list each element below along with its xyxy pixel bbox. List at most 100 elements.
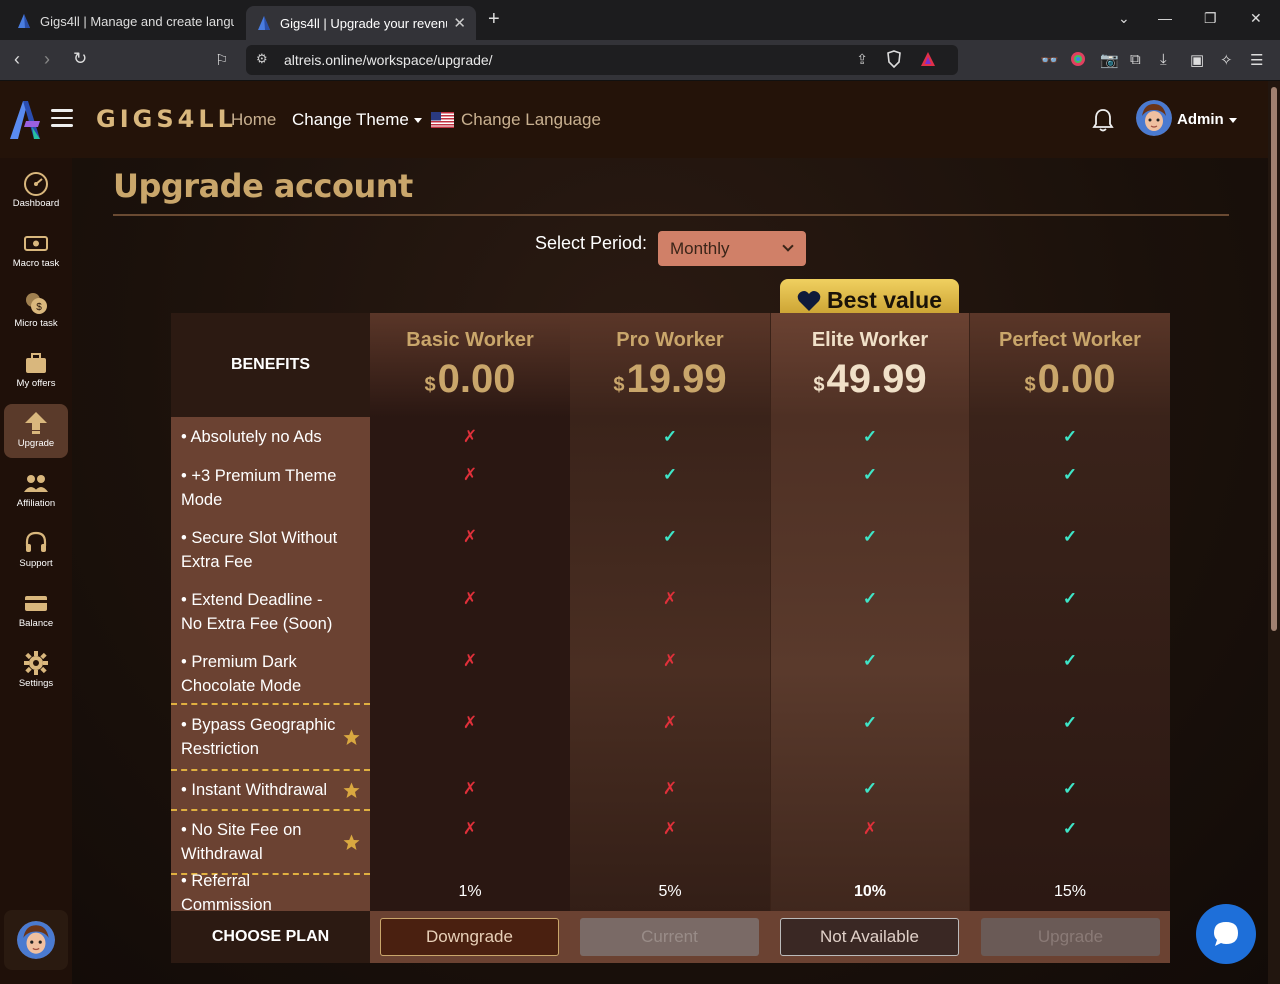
sidebar-item-dashboard[interactable]: Dashboard <box>4 164 68 218</box>
price-value: 0.00 <box>1037 357 1116 401</box>
download-icon[interactable]: ⤓ <box>1160 51 1167 68</box>
new-tab-icon[interactable]: + <box>488 8 500 31</box>
benefit-label: • Absolutely no Ads <box>181 428 322 446</box>
notification-bell-icon[interactable] <box>1091 107 1115 133</box>
browser-tab[interactable]: Gigs4ll | Manage and create languages <box>6 6 244 36</box>
url-field[interactable]: ⚙ altreis.online/workspace/upgrade/ ⇪ <box>246 45 958 75</box>
reload-icon[interactable]: ↻ <box>73 49 87 69</box>
sidebar-item-settings[interactable]: Settings <box>4 644 68 698</box>
sidebar-item-my-offers[interactable]: My offers <box>4 344 68 398</box>
downgrade-button[interactable]: Downgrade <box>380 918 559 956</box>
check-icon: ✓ <box>1062 427 1078 446</box>
menu-icon[interactable]: ☰ <box>1250 51 1263 69</box>
upgrade-button[interactable]: Upgrade <box>981 918 1160 956</box>
cross-icon: ✗ <box>462 819 478 838</box>
sidebar-item-balance[interactable]: Balance <box>4 584 68 638</box>
cross-icon: ✗ <box>462 713 478 732</box>
plan-price: $0.00 <box>970 354 1170 404</box>
extensions-puzzle-icon[interactable]: ⧉ <box>1130 51 1141 68</box>
user-avatar[interactable] <box>1136 100 1172 136</box>
sidebar-item-upgrade[interactable]: Upgrade <box>4 404 68 458</box>
brave-rewards-icon[interactable] <box>920 51 936 67</box>
check-icon: ✓ <box>862 651 878 670</box>
back-icon[interactable]: ‹ <box>14 49 20 70</box>
brave-shield-icon[interactable] <box>886 50 902 69</box>
sidebar-toggle-icon[interactable]: ▣ <box>1190 51 1204 69</box>
extension-color-icon[interactable] <box>1070 51 1086 71</box>
sidebar-item-affiliation[interactable]: Affiliation <box>4 464 68 518</box>
check-icon: ✓ <box>662 427 678 446</box>
chevron-down-icon <box>782 240 794 252</box>
star-icon <box>343 782 360 798</box>
user-menu-dropdown[interactable]: Admin <box>1177 111 1237 128</box>
benefit-row: • Extend Deadline - No Extra Fee (Soon) <box>171 581 370 643</box>
gigs4ll-favicon-icon <box>258 16 270 30</box>
current-plan-button[interactable]: Current <box>580 918 759 956</box>
benefits-header: BENEFITS <box>171 313 370 417</box>
cross-icon: ✗ <box>662 819 678 838</box>
brand-name[interactable]: GIGS4LL <box>96 105 237 133</box>
check-icon: ✓ <box>1062 527 1078 546</box>
gear-icon <box>24 651 48 675</box>
site-info-icon[interactable]: ⚙ <box>256 51 268 67</box>
plan-name: Basic Worker <box>406 329 534 351</box>
caret-down-icon <box>1228 117 1237 123</box>
check-icon: ✓ <box>1062 713 1078 732</box>
check-icon: ✓ <box>662 465 678 484</box>
nav-home-link[interactable]: Home <box>231 110 276 130</box>
commission-value: 10% <box>853 883 887 900</box>
speedometer-icon <box>24 172 48 196</box>
coins-icon: $ <box>26 293 47 314</box>
restore-icon[interactable]: ❐ <box>1204 10 1217 27</box>
star-icon <box>343 729 360 745</box>
browser-tab-active[interactable]: Gigs4ll | Upgrade your revenue ✕ <box>246 6 476 40</box>
minimize-icon[interactable]: — <box>1158 10 1172 26</box>
caret-down-icon <box>413 118 422 124</box>
benefit-label: • Premium Dark Chocolate Mode <box>181 653 302 695</box>
extension-glasses-icon[interactable]: 👓 <box>1040 51 1059 69</box>
plan-price: $0.00 <box>370 354 570 404</box>
avatar-face-icon <box>1136 100 1172 136</box>
page-title: Upgrade account <box>113 167 413 205</box>
url-text: altreis.online/workspace/upgrade/ <box>284 52 493 68</box>
scrollbar-thumb[interactable] <box>1271 87 1277 631</box>
change-language-link[interactable]: Change Language <box>461 110 601 130</box>
heart-icon <box>797 290 821 311</box>
sidebar-user-avatar[interactable] <box>4 910 68 970</box>
close-tab-icon[interactable]: ✕ <box>453 14 466 32</box>
commission-value: 5% <box>658 883 682 900</box>
wallet-icon <box>25 596 47 611</box>
sidebar-item-support[interactable]: Support <box>4 524 68 578</box>
change-theme-dropdown[interactable]: Change Theme <box>292 110 422 130</box>
share-icon[interactable]: ⇪ <box>856 51 868 68</box>
bookmark-icon[interactable]: ⚐ <box>215 51 228 69</box>
us-flag-icon[interactable] <box>431 112 454 128</box>
tab-list-chevron-icon[interactable]: ⌄ <box>1118 10 1130 27</box>
cross-icon: ✗ <box>662 779 678 798</box>
forward-icon[interactable]: › <box>44 49 50 70</box>
leo-ai-icon[interactable]: ✧ <box>1220 51 1233 69</box>
not-available-button[interactable]: Not Available <box>780 918 959 956</box>
close-window-icon[interactable]: ✕ <box>1250 10 1262 27</box>
plan-price: $49.99 <box>770 354 970 404</box>
period-select[interactable]: Monthly <box>658 231 806 266</box>
benefit-row-premium: • No Site Fee on Withdrawal <box>171 809 370 875</box>
sidebar-item-label: Micro task <box>14 318 58 329</box>
page-scrollbar[interactable] <box>1268 81 1280 984</box>
sidebar-item-micro-task[interactable]: $ Micro task <box>4 284 68 338</box>
sidebar: Dashboard Macro task $ Micro task My off… <box>0 158 72 984</box>
benefit-label: • Instant Withdrawal <box>181 781 328 799</box>
chat-bubble-icon <box>1214 922 1238 946</box>
benefit-label: • Secure Slot Without Extra Fee <box>181 529 338 571</box>
benefit-label: • Referral Commission <box>181 872 272 914</box>
chat-button[interactable] <box>1196 904 1256 964</box>
benefit-row: • Secure Slot Without Extra Fee <box>171 519 370 581</box>
extension-camera-icon[interactable]: 📷 <box>1100 51 1119 69</box>
cross-icon: ✗ <box>462 427 478 446</box>
sidebar-item-macro-task[interactable]: Macro task <box>4 224 68 278</box>
menu-toggle-icon[interactable] <box>51 109 73 127</box>
check-icon: ✓ <box>1062 651 1078 670</box>
gigs4ll-logo-icon[interactable] <box>8 99 42 141</box>
price-value: 49.99 <box>826 357 927 401</box>
benefit-label: • Extend Deadline - No Extra Fee (Soon) <box>181 591 333 633</box>
